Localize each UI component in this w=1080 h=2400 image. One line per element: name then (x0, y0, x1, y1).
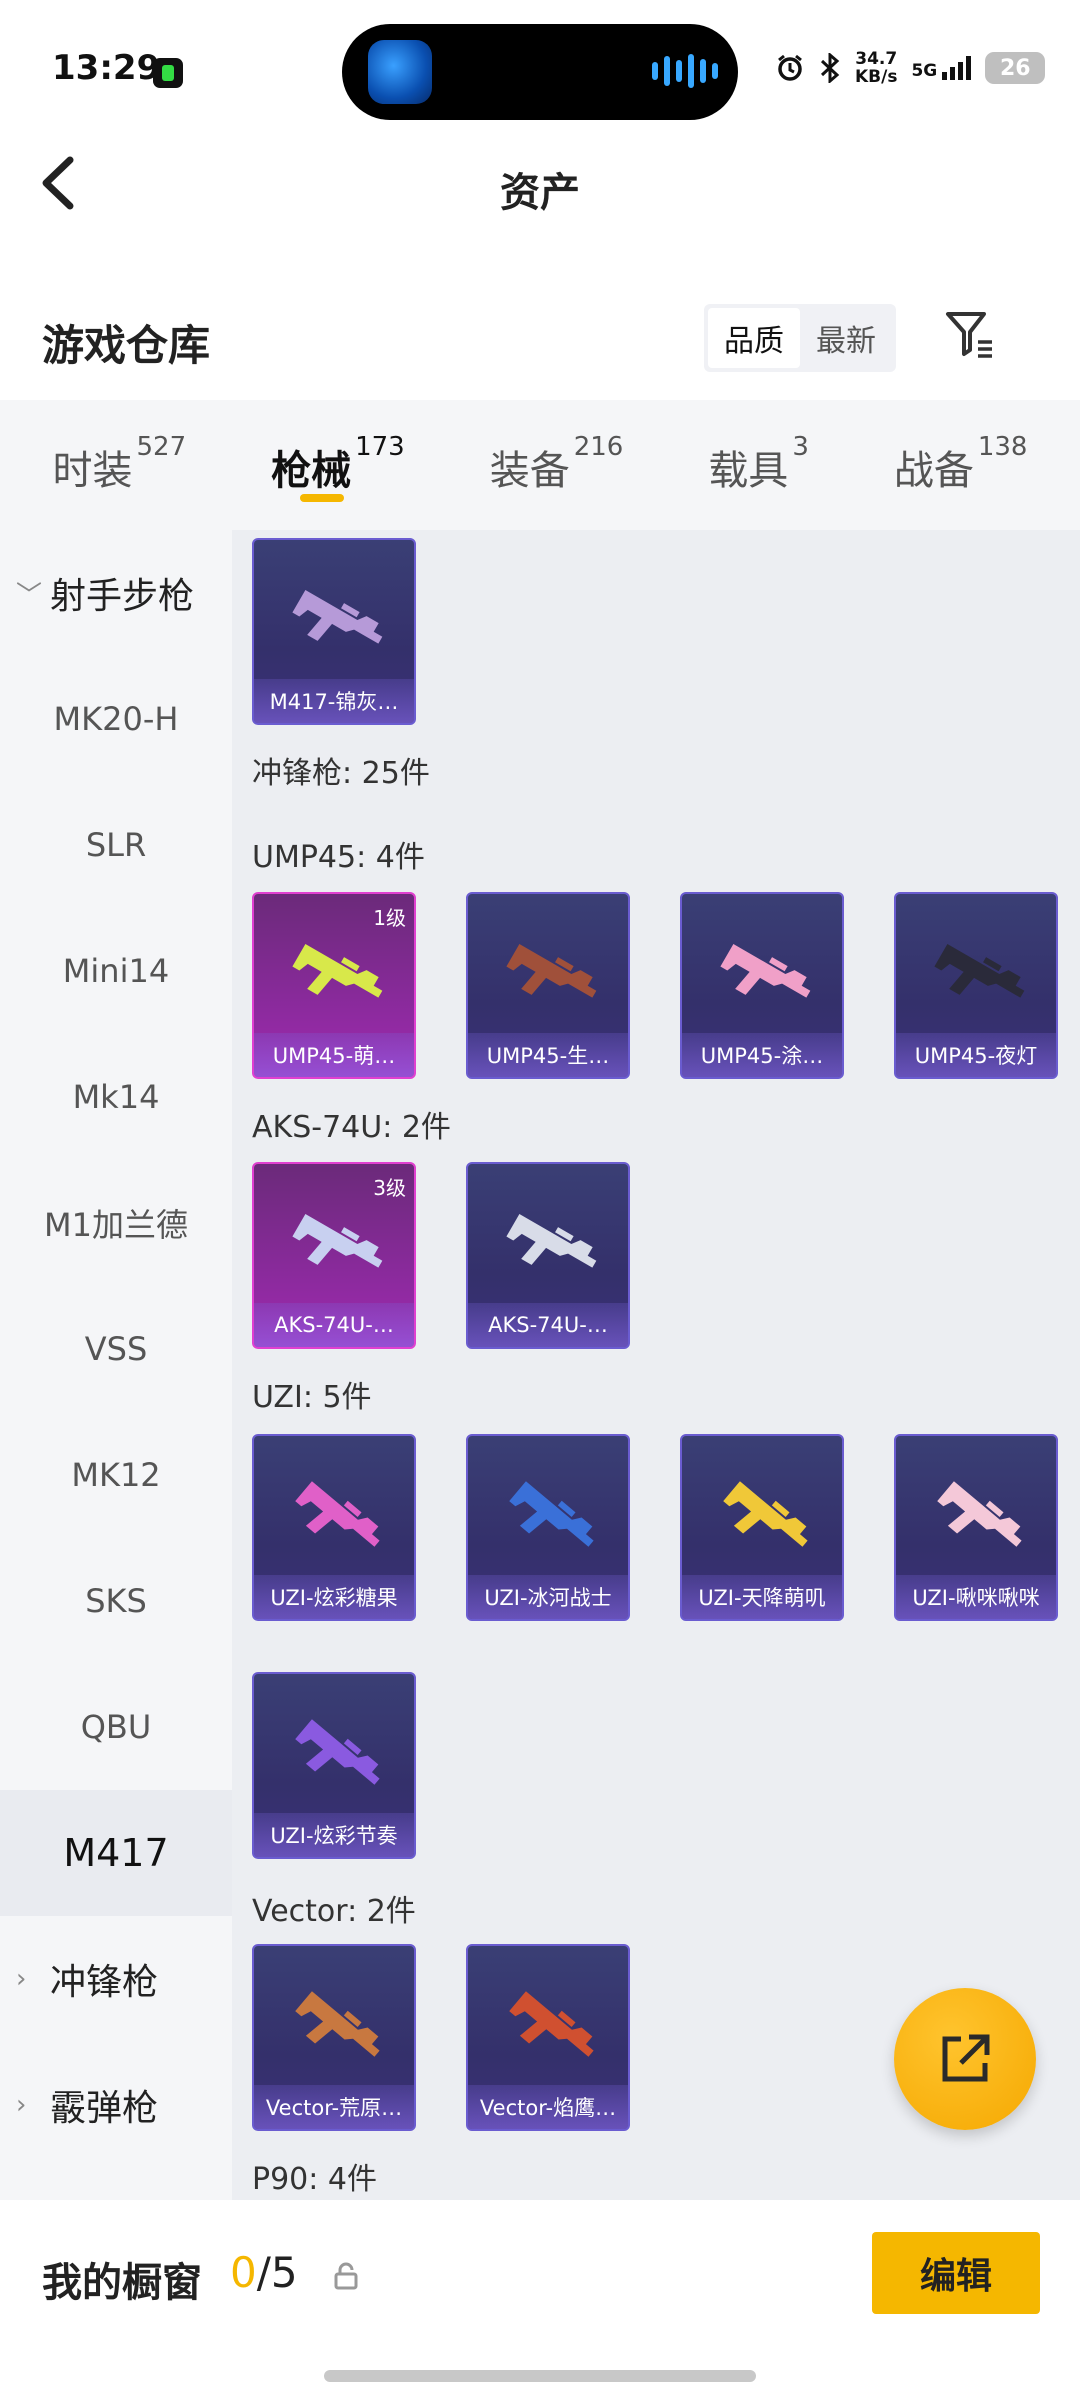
sort-quality-option[interactable]: 品质 (708, 308, 800, 368)
sidebar-item[interactable]: VSS (0, 1286, 232, 1412)
gun-skin-image (500, 937, 602, 1022)
sidebar-group-shotgun[interactable]: › 霰弹枪 (0, 2042, 232, 2168)
filter-icon (946, 312, 992, 358)
audio-wave-icon (652, 54, 718, 88)
tab-fashion[interactable]: 时装 527 (52, 400, 186, 530)
weapon-section-title: UZI: 5件 (252, 1380, 372, 1415)
bluetooth-icon (820, 53, 840, 83)
app-indicator-icon (153, 58, 183, 88)
item-card[interactable]: Vector-荒原… (252, 1944, 416, 2131)
weapon-section-title: P90: 4件 (252, 2162, 377, 2197)
category-total: 冲锋枪: 25件 (252, 756, 430, 791)
gun-skin-image (501, 1476, 601, 1566)
weapon-category-sidebar: ﹀ 射手步枪 MK20-H SLR Mini14 Mk14 M1加兰德 VSS M… (0, 530, 232, 2200)
item-name: UMP45-萌… (254, 1033, 414, 1077)
item-card[interactable]: UMP45-生… (466, 892, 630, 1079)
gun-skin-image (286, 1207, 388, 1292)
showcase-label: 我的橱窗 (42, 2260, 202, 2306)
active-tab-indicator (299, 494, 344, 502)
weapon-section-title: AKS-74U: 2件 (252, 1110, 451, 1145)
item-card[interactable]: UMP45-涂… (680, 892, 844, 1079)
item-card[interactable]: UZI-冰河战士 (466, 1434, 630, 1621)
item-name: UZI-冰河战士 (468, 1575, 628, 1619)
sidebar-item[interactable]: MK12 (0, 1412, 232, 1538)
item-card[interactable]: Vector-焰鹰… (466, 1944, 630, 2131)
page-title: 资产 (500, 170, 580, 216)
gun-skin-image (500, 1207, 602, 1292)
battery-icon: 26 (985, 52, 1046, 84)
weapon-section-title: Vector: 2件 (252, 1894, 416, 1929)
item-name: UMP45-夜灯 (896, 1033, 1056, 1077)
item-card[interactable]: UMP45-夜灯 (894, 892, 1058, 1079)
alarm-icon (778, 54, 802, 81)
sidebar-item[interactable]: Mk14 (0, 1034, 232, 1160)
sort-toggle: 品质 最新 (704, 304, 896, 372)
home-indicator[interactable] (324, 2370, 756, 2382)
sidebar-item[interactable]: SLR (0, 782, 232, 908)
share-icon (942, 2034, 990, 2082)
item-card[interactable]: UZI-啾咪啾咪 (894, 1434, 1058, 1621)
item-card[interactable]: 1级 UMP45-萌… (252, 892, 416, 1079)
sidebar-item[interactable]: SKS (0, 1538, 232, 1664)
gun-skin-image (286, 937, 388, 1022)
edit-button[interactable]: 编辑 (872, 2232, 1040, 2314)
weapon-section-title: UMP45: 4件 (252, 840, 425, 875)
level-badge: 3级 (373, 1176, 406, 1200)
share-button[interactable] (894, 1988, 1036, 2130)
sidebar-item-selected[interactable]: M417 (0, 1790, 232, 1916)
item-name: AKS-74U-… (468, 1303, 628, 1347)
filter-button[interactable] (942, 306, 998, 362)
item-card[interactable]: M417-锦灰… (252, 538, 416, 725)
chevron-down-icon: ﹀ (16, 580, 43, 611)
gun-skin-image (715, 1476, 815, 1566)
lock-icon (334, 2262, 358, 2290)
sidebar-item[interactable]: M1加兰德 (0, 1160, 232, 1286)
sidebar-group-marksman[interactable]: ﹀ 射手步枪 (0, 530, 232, 656)
network-speed: 34.7 KB/s (855, 49, 898, 87)
item-name: UMP45-涂… (682, 1033, 842, 1077)
sort-newest-option[interactable]: 最新 (800, 308, 892, 368)
item-name: AKS-74U-… (254, 1303, 414, 1347)
item-card[interactable]: UZI-炫彩节奏 (252, 1672, 416, 1859)
level-badge: 1级 (373, 906, 406, 930)
chevron-right-icon: › (16, 1964, 27, 1994)
item-card[interactable]: AKS-74U-… (466, 1162, 630, 1349)
gun-skin-image (287, 1986, 387, 2076)
clock: 13:29 (52, 48, 161, 88)
tab-equipment[interactable]: 装备 216 (490, 400, 624, 530)
item-name: Vector-荒原… (254, 2085, 414, 2129)
gun-skin-image (714, 937, 816, 1022)
system-icons: 34.7 KB/s 5G 26 (775, 49, 1046, 87)
gun-skin-image (286, 583, 388, 668)
gun-skin-image (501, 1986, 601, 2076)
item-name: UZI-啾咪啾咪 (896, 1575, 1056, 1619)
sidebar-item[interactable]: QBU (0, 1664, 232, 1790)
sidebar-group-smg[interactable]: › 冲锋枪 (0, 1916, 232, 2042)
gun-skin-image (287, 1476, 387, 1566)
section-title: 游戏仓库 (42, 321, 211, 370)
tab-guns[interactable]: 枪械 173 (271, 400, 405, 530)
tab-vehicles[interactable]: 载具 3 (708, 400, 809, 530)
chevron-right-icon: › (16, 2090, 27, 2120)
item-name: UZI-天降萌叽 (682, 1575, 842, 1619)
sidebar-item[interactable]: Mini14 (0, 908, 232, 1034)
gun-skin-image (928, 937, 1030, 1022)
item-name: UZI-炫彩节奏 (254, 1813, 414, 1857)
item-card[interactable]: 3级 AKS-74U-… (252, 1162, 416, 1349)
gun-skin-image (929, 1476, 1029, 1566)
gun-skin-image (287, 1714, 387, 1804)
category-tabs: 时装 527 枪械 173 装备 216 载具 3 战备 138 (0, 400, 1080, 530)
item-name: UZI-炫彩糖果 (254, 1575, 414, 1619)
item-name: UMP45-生… (468, 1033, 628, 1077)
cellular-signal-icon: 5G (911, 56, 972, 80)
item-name: M417-锦灰… (254, 679, 414, 723)
item-card[interactable]: UZI-炫彩糖果 (252, 1434, 416, 1621)
item-card[interactable]: UZI-天降萌叽 (680, 1434, 844, 1621)
sidebar-item[interactable]: MK20-H (0, 656, 232, 782)
now-playing-thumbnail (368, 40, 432, 104)
showcase-count: 0/5 (230, 2248, 298, 2297)
tab-supplies[interactable]: 战备 138 (894, 400, 1028, 530)
item-name: Vector-焰鹰… (468, 2085, 628, 2129)
